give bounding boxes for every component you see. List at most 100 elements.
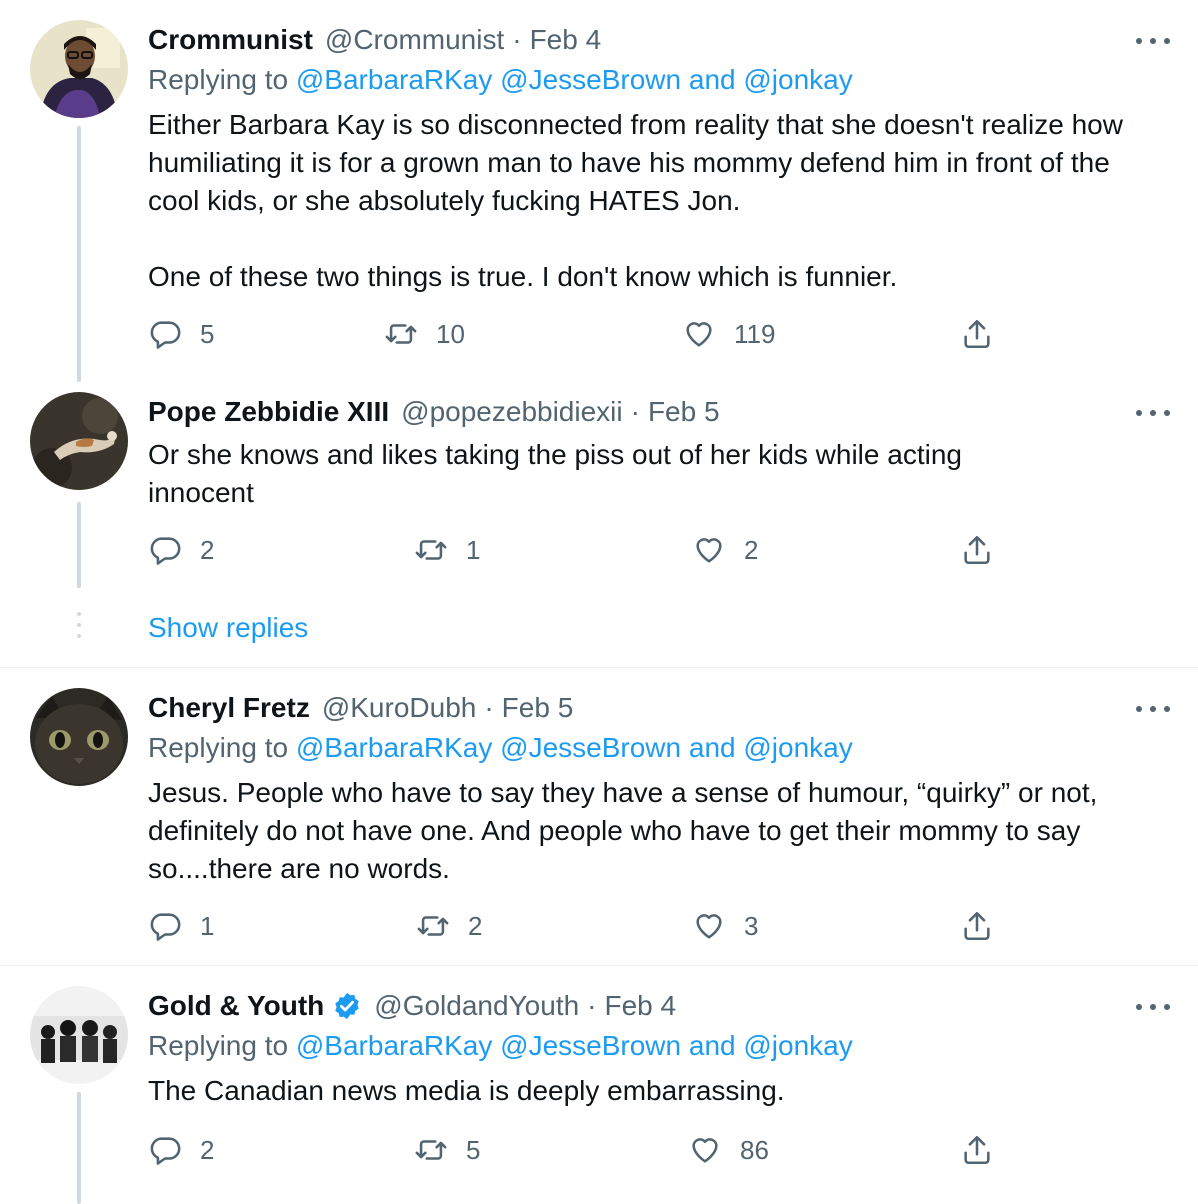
thread-continuation-dots <box>76 612 82 645</box>
thread-line <box>77 502 81 588</box>
retweet-icon <box>385 324 417 344</box>
replying-and: and <box>688 64 736 95</box>
avatar[interactable] <box>30 20 128 118</box>
avatar-image <box>30 986 128 1084</box>
tweet-header: Gold & Youth @GoldandYouth · Feb 4 <box>148 986 676 1026</box>
more-icon[interactable] <box>1136 699 1170 719</box>
tweet-actions: 2 1 2 <box>148 530 1008 570</box>
retweet-count: 2 <box>468 910 483 941</box>
reply-icon <box>150 1137 181 1165</box>
author-name[interactable]: Crommunist <box>148 24 313 56</box>
avatar-image <box>30 392 128 490</box>
tweet-crommunist[interactable]: Crommunist @Crommunist · Feb 4 Replying … <box>0 0 1198 392</box>
thread-line <box>77 1092 81 1204</box>
tweet-goldandyouth[interactable]: Gold & Youth @GoldandYouth · Feb 4 Reply… <box>0 966 1198 1204</box>
retweet-button[interactable]: 5 <box>414 1130 480 1170</box>
share-icon <box>964 319 990 349</box>
reply-button[interactable]: 2 <box>148 1130 214 1170</box>
reply-button[interactable]: 5 <box>148 314 214 354</box>
replying-and: and <box>688 732 736 763</box>
retweet-count: 5 <box>466 1134 481 1165</box>
tweet-popezebbidie[interactable]: Pope Zebbidie XIII @popezebbidiexii · Fe… <box>0 392 1198 600</box>
tweet-date[interactable]: Feb 4 <box>605 990 677 1022</box>
share-button[interactable] <box>960 1130 1012 1170</box>
retweet-icon <box>415 540 447 560</box>
replying-prefix: Replying to <box>148 1030 289 1061</box>
replying-last-link[interactable]: @jonkay <box>743 64 852 95</box>
tweet-text: Either Barbara Kay is so disconnected fr… <box>148 109 1123 216</box>
tweet-text-paragraph-2: One of these two things is true. I don't… <box>148 261 898 292</box>
replying-to: Replying to @BarbaraRKay @JesseBrown and… <box>148 1030 853 1062</box>
author-handle[interactable]: @Crommunist <box>325 24 504 56</box>
like-count: 2 <box>744 534 759 565</box>
show-replies-link[interactable]: Show replies <box>148 612 308 644</box>
like-button[interactable]: 3 <box>692 906 758 946</box>
avatar-image <box>30 688 128 786</box>
author-handle[interactable]: @KuroDubh <box>322 692 477 724</box>
share-button[interactable] <box>960 314 1012 354</box>
author-name[interactable]: Pope Zebbidie XIII <box>148 396 389 428</box>
avatar[interactable] <box>30 688 128 786</box>
share-button[interactable] <box>960 906 1012 946</box>
replying-to-links[interactable]: @BarbaraRKay @JesseBrown <box>296 1030 681 1061</box>
replying-to: Replying to @BarbaraRKay @JesseBrown and… <box>148 64 853 96</box>
like-count: 86 <box>740 1134 769 1165</box>
avatar[interactable] <box>30 392 128 490</box>
thread-line <box>77 126 81 382</box>
avatar-image <box>30 20 128 118</box>
replying-to-links[interactable]: @BarbaraRKay @JesseBrown <box>296 732 681 763</box>
heart-icon <box>696 538 722 563</box>
reply-icon <box>150 913 181 941</box>
reply-count: 1 <box>200 910 215 941</box>
tweet-date[interactable]: Feb 5 <box>648 396 720 428</box>
replying-and: and <box>688 1030 736 1061</box>
tweet-date[interactable]: Feb 5 <box>502 692 574 724</box>
retweet-button[interactable]: 10 <box>384 314 465 354</box>
separator-dot: · <box>630 396 640 427</box>
reply-count: 2 <box>200 534 215 565</box>
like-button[interactable]: 119 <box>682 314 775 354</box>
verified-badge-icon <box>335 992 360 1020</box>
reply-button[interactable]: 2 <box>148 530 214 570</box>
reply-button[interactable]: 1 <box>148 906 214 946</box>
share-button[interactable] <box>960 530 1012 570</box>
separator-dot: · <box>587 990 597 1021</box>
heart-icon <box>686 322 712 347</box>
retweet-count: 10 <box>436 318 465 349</box>
author-name[interactable]: Cheryl Fretz <box>148 692 310 724</box>
avatar[interactable] <box>30 986 128 1084</box>
more-icon[interactable] <box>1136 403 1170 423</box>
reply-icon <box>150 537 181 565</box>
author-handle[interactable]: @popezebbidiexii <box>401 396 622 428</box>
like-count: 3 <box>744 910 759 941</box>
tweet-cherylfretz[interactable]: Cheryl Fretz @KuroDubh · Feb 5 Replying … <box>0 668 1198 965</box>
author-handle[interactable]: @GoldandYouth <box>374 990 579 1022</box>
tweet-text: Jesus. People who have to say they have … <box>148 777 1098 884</box>
tweet-text: The Canadian news media is deeply embarr… <box>148 1075 785 1106</box>
retweet-icon <box>417 916 449 936</box>
like-button[interactable]: 2 <box>692 530 758 570</box>
tweet-actions: 5 10 119 <box>148 314 1008 354</box>
tweet-header: Cheryl Fretz @KuroDubh · Feb 5 <box>148 688 573 728</box>
tweet-date[interactable]: Feb 4 <box>530 24 602 56</box>
like-button[interactable]: 86 <box>688 1130 769 1170</box>
tweet-header: Pope Zebbidie XIII @popezebbidiexii · Fe… <box>148 392 720 432</box>
heart-icon <box>696 914 722 939</box>
replying-last-link[interactable]: @jonkay <box>743 1030 852 1061</box>
tweet-actions: 2 5 86 <box>148 1130 1008 1170</box>
replying-prefix: Replying to <box>148 732 289 763</box>
retweet-button[interactable]: 1 <box>414 530 480 570</box>
retweet-count: 1 <box>466 534 481 565</box>
tweet-header: Crommunist @Crommunist · Feb 4 <box>148 20 601 60</box>
replying-to-links[interactable]: @BarbaraRKay @JesseBrown <box>296 64 681 95</box>
reply-icon <box>150 321 181 349</box>
replying-prefix: Replying to <box>148 64 289 95</box>
author-name[interactable]: Gold & Youth <box>148 990 324 1022</box>
more-icon[interactable] <box>1136 31 1170 51</box>
retweet-button[interactable]: 2 <box>416 906 482 946</box>
replying-last-link[interactable]: @jonkay <box>743 732 852 763</box>
like-count: 119 <box>734 318 776 349</box>
heart-icon <box>692 1138 718 1163</box>
more-icon[interactable] <box>1136 997 1170 1017</box>
tweet-text: Or she knows and likes taking the piss o… <box>148 439 962 508</box>
